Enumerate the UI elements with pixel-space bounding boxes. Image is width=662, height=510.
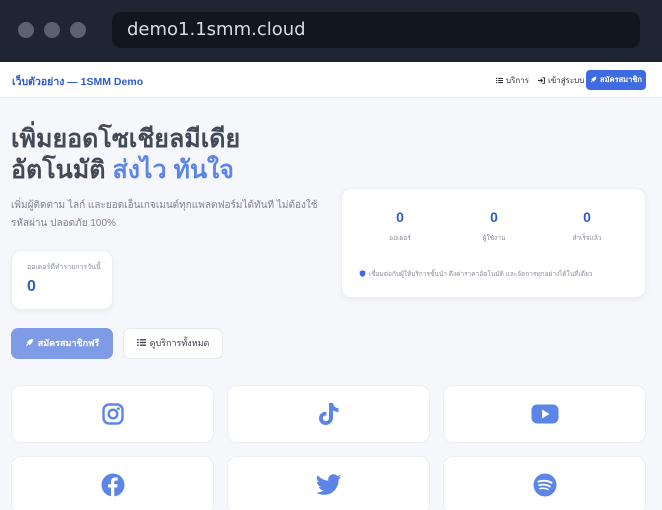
browser-chrome: demo1.1smm.cloud — [0, 0, 662, 62]
hero-title-line2: อัตโนมัติ ส่งไว ทันใจ — [11, 155, 234, 185]
rocket-icon — [590, 76, 597, 83]
nav-link-label: เข้าสู่ระบบ — [548, 76, 585, 85]
hero-title-accent: ส่งไว ทันใจ — [112, 156, 234, 184]
shield-icon — [359, 270, 366, 277]
stat-label: ออเดอร์ — [389, 235, 411, 242]
list-icon — [136, 339, 146, 346]
today-orders-card: ออเดอร์ที่ทำรายการวันนี้ 0 — [11, 250, 113, 310]
list-icon — [496, 77, 503, 84]
free-signup-label: สมัครสมาชิกฟรี — [37, 338, 100, 348]
signup-button-label: สมัครสมาชิก — [600, 75, 642, 84]
tiktok-icon — [318, 403, 338, 425]
free-signup-button[interactable]: สมัครสมาชิกฟรี — [11, 328, 113, 359]
hero-title-line1: เพิ่มยอดโซเชียลมีเดีย — [11, 125, 241, 153]
stat-completed: 0 สำเร็จแล้ว — [537, 209, 637, 243]
stat-users: 0 ผู้ใช้งาน — [444, 209, 544, 243]
stats-note: เชื่อมต่อกับผู้ให้บริการชั้นนำ ดึงค่าราค… — [359, 269, 592, 279]
platform-tile-youtube[interactable] — [443, 385, 646, 443]
facebook-icon — [101, 473, 124, 497]
hero-description: เพิ่มผู้ติดตาม ไลก์ และยอดเอ็นเกจเมนต์ทุ… — [11, 200, 318, 229]
stat-label: ผู้ใช้งาน — [482, 235, 506, 242]
platform-tile-twitter[interactable] — [227, 456, 430, 510]
address-bar[interactable]: demo1.1smm.cloud — [112, 12, 640, 48]
window-maximize-dot[interactable] — [70, 22, 86, 38]
stat-orders: 0 ออเดอร์ — [350, 209, 450, 243]
window-close-dot[interactable] — [18, 22, 34, 38]
stats-card: 0 ออเดอร์ 0 ผู้ใช้งาน 0 สำเร็จแล้ว เชื่อ… — [341, 188, 646, 298]
nav-link-services[interactable]: บริการ — [496, 74, 529, 87]
view-services-label: ดูบริการทั้งหมด — [149, 338, 210, 348]
login-icon — [538, 77, 545, 84]
stat-label: สำเร็จแล้ว — [572, 235, 602, 242]
signup-button[interactable]: สมัครสมาชิก — [586, 70, 646, 90]
site-navbar: เว็บตัวอย่าง — 1SMM Demo บริการ เข้าสู่ร… — [0, 62, 662, 98]
spotify-icon — [533, 473, 556, 497]
youtube-icon — [531, 404, 558, 424]
nav-link-label: บริการ — [506, 76, 530, 85]
today-orders-label: ออเดอร์ที่ทำรายการวันนี้ — [27, 264, 101, 271]
platform-tile-tiktok[interactable] — [227, 385, 430, 443]
today-orders-value: 0 — [27, 278, 36, 295]
nav-link-login[interactable]: เข้าสู่ระบบ — [538, 74, 584, 87]
stat-value: 0 — [396, 209, 404, 225]
twitter-icon — [315, 474, 341, 495]
platform-tile-instagram[interactable] — [11, 385, 214, 443]
stat-value: 0 — [583, 209, 591, 225]
view-services-button[interactable]: ดูบริการทั้งหมด — [123, 328, 223, 359]
rocket-icon — [25, 338, 34, 347]
instagram-icon — [101, 403, 124, 425]
stat-value: 0 — [490, 209, 498, 225]
platform-tile-spotify[interactable] — [443, 456, 646, 510]
stats-note-text: เชื่อมต่อกับผู้ให้บริการชั้นนำ ดึงค่าราค… — [369, 271, 593, 278]
window-minimize-dot[interactable] — [44, 22, 60, 38]
hero-title-plain: อัตโนมัติ — [11, 156, 113, 184]
site-brand[interactable]: เว็บตัวอย่าง — 1SMM Demo — [12, 73, 143, 90]
platform-tile-facebook[interactable] — [11, 456, 214, 510]
